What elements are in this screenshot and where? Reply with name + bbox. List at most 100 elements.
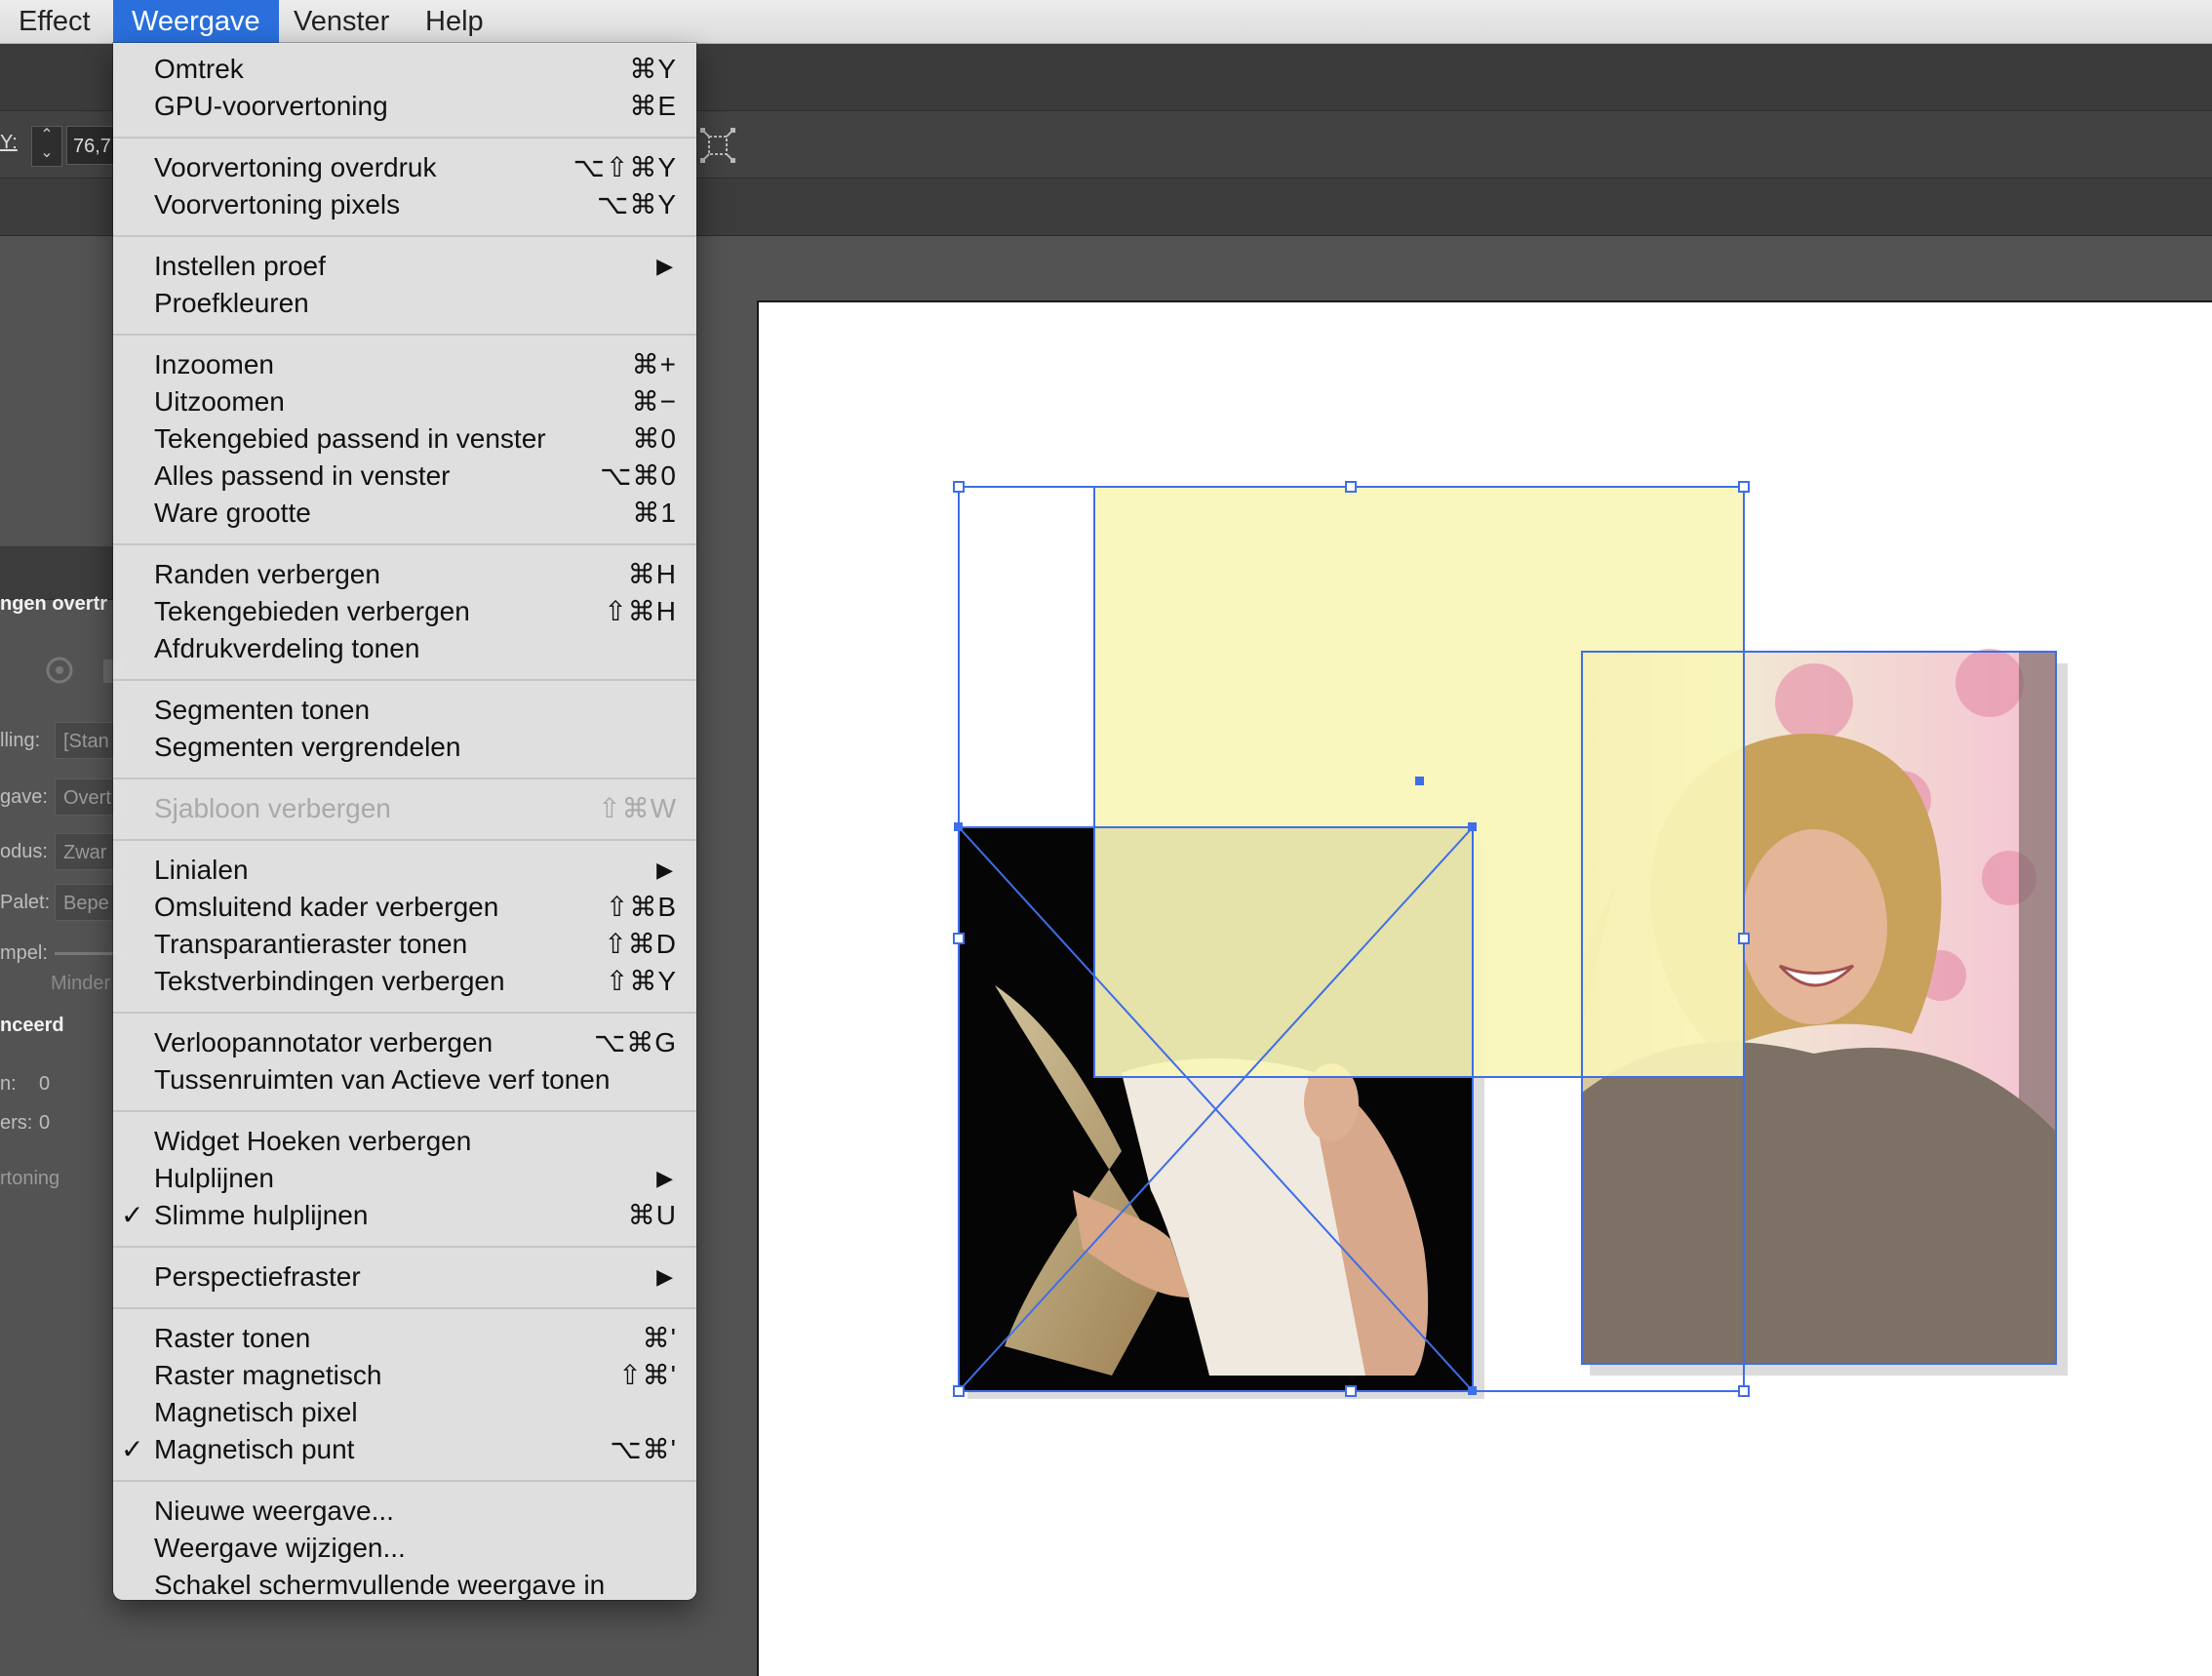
menu-item-label: Schakel schermvullende weergave in bbox=[154, 1570, 606, 1600]
menu-separator bbox=[113, 1246, 696, 1248]
menu-item-label: Slimme hulplijnen bbox=[154, 1200, 369, 1230]
menu-item-shortcut: ⌥⌘' bbox=[610, 1434, 677, 1464]
menu-item-afdrukverdeling-tonen[interactable]: Afdrukverdeling tonen bbox=[113, 630, 696, 667]
menu-item-shortcut: ⌘Y bbox=[629, 54, 677, 84]
menu-item-label: Perspectiefraster bbox=[154, 1261, 361, 1292]
menu-item-proefkleuren[interactable]: Proefkleuren bbox=[113, 285, 696, 322]
menu-item-raster-magnetisch[interactable]: Raster magnetisch ⇧⌘' bbox=[113, 1357, 696, 1394]
checkmark-icon: ✓ bbox=[121, 1434, 144, 1464]
menu-separator bbox=[113, 543, 696, 545]
menu-item-label: Magnetisch punt bbox=[154, 1434, 355, 1464]
menu-item-label: Magnetisch pixel bbox=[154, 1397, 358, 1427]
menu-item-shortcut: ⌘− bbox=[631, 386, 677, 417]
menu-item-inzoomen[interactable]: Inzoomen ⌘+ bbox=[113, 346, 696, 383]
menu-separator bbox=[113, 235, 696, 237]
menu-item-shortcut: ⌘U bbox=[627, 1200, 677, 1230]
menu-item-segmenten-vergrendelen[interactable]: Segmenten vergrendelen bbox=[113, 729, 696, 766]
submenu-arrow-icon: ▶ bbox=[656, 254, 673, 278]
menu-item-tekengebied-passend-in-venster[interactable]: Tekengebied passend in venster ⌘0 bbox=[113, 420, 696, 458]
weergave-dropdown-menu: Omtrek ⌘Y GPU-voorvertoning ⌘E Voorvertoning… bbox=[113, 43, 696, 1600]
menu-item-shortcut: ⌘' bbox=[642, 1323, 677, 1353]
menu-item-shortcut: ⇧⌘D bbox=[604, 929, 677, 959]
menu-item-voorvertoning-overdruk[interactable]: Voorvertoning overdruk ⌥⇧⌘Y bbox=[113, 149, 696, 186]
menu-item-voorvertoning-pixels[interactable]: Voorvertoning pixels ⌥⌘Y bbox=[113, 186, 696, 223]
menu-item-label: Raster magnetisch bbox=[154, 1360, 382, 1390]
menu-item-tekstverbindingen-verbergen[interactable]: Tekstverbindingen verbergen ⇧⌘Y bbox=[113, 963, 696, 1000]
menu-item-shortcut: ⇧⌘Y bbox=[605, 966, 677, 996]
menu-item-label: Inzoomen bbox=[154, 349, 274, 379]
menu-item-omtrek[interactable]: Omtrek ⌘Y bbox=[113, 51, 696, 88]
menu-item-label: Voorvertoning overdruk bbox=[154, 152, 437, 182]
menu-item-instellen-proef[interactable]: Instellen proef ▶ bbox=[113, 248, 696, 285]
menu-separator bbox=[113, 839, 696, 841]
menu-item-shortcut: ⌥⌘G bbox=[593, 1027, 677, 1057]
menu-separator bbox=[113, 778, 696, 779]
menu-item-transparantieraster-tonen[interactable]: Transparantieraster tonen ⇧⌘D bbox=[113, 926, 696, 963]
menu-item-slimme-hulplijnen[interactable]: ✓ Slimme hulplijnen ⌘U bbox=[113, 1197, 696, 1234]
menu-item-hulplijnen[interactable]: Hulplijnen ▶ bbox=[113, 1160, 696, 1197]
menu-item-label: Weergave wijzigen... bbox=[154, 1533, 406, 1563]
menu-item-shortcut: ⌘+ bbox=[631, 349, 677, 379]
menu-item-label: Randen verbergen bbox=[154, 559, 380, 589]
menu-item-label: Proefkleuren bbox=[154, 288, 309, 318]
menu-item-verloopannotator-verbergen[interactable]: Verloopannotator verbergen ⌥⌘G bbox=[113, 1024, 696, 1061]
menu-item-tekengebieden-verbergen[interactable]: Tekengebieden verbergen ⇧⌘H bbox=[113, 593, 696, 630]
menu-separator bbox=[113, 1012, 696, 1014]
menu-item-label: Instellen proef bbox=[154, 251, 326, 281]
submenu-arrow-icon: ▶ bbox=[656, 1264, 673, 1289]
menu-item-shortcut: ⌘0 bbox=[632, 423, 677, 454]
menu-item-shortcut: ⌘H bbox=[627, 559, 677, 589]
menu-item-label: Uitzoomen bbox=[154, 386, 285, 417]
menu-separator bbox=[113, 679, 696, 681]
checkmark-icon: ✓ bbox=[121, 1200, 144, 1230]
menu-item-nieuwe-weergave[interactable]: Nieuwe weergave... bbox=[113, 1493, 696, 1530]
menu-item-shortcut: ⇧⌘' bbox=[618, 1360, 677, 1390]
menu-separator bbox=[113, 334, 696, 336]
menu-item-label: Omsluitend kader verbergen bbox=[154, 892, 499, 922]
menu-item-weergave-wijzigen[interactable]: Weergave wijzigen... bbox=[113, 1530, 696, 1567]
menu-item-label: Hulplijnen bbox=[154, 1163, 274, 1193]
submenu-arrow-icon: ▶ bbox=[656, 1166, 673, 1190]
menu-item-schakel-schermvullende-weergave-in[interactable]: Schakel schermvullende weergave in bbox=[113, 1567, 696, 1604]
menu-item-label: Ware grootte bbox=[154, 498, 311, 528]
menu-separator bbox=[113, 1110, 696, 1112]
menu-item-label: Linialen bbox=[154, 855, 249, 885]
menu-item-uitzoomen[interactable]: Uitzoomen ⌘− bbox=[113, 383, 696, 420]
menu-item-omsluitend-kader-verbergen[interactable]: Omsluitend kader verbergen ⇧⌘B bbox=[113, 889, 696, 926]
menu-item-shortcut: ⌥⌘0 bbox=[600, 460, 677, 491]
menu-item-shortcut: ⌥⌘Y bbox=[597, 189, 677, 219]
menu-item-label: Tekengebieden verbergen bbox=[154, 596, 470, 626]
menu-item-label: Tekstverbindingen verbergen bbox=[154, 966, 505, 996]
menu-item-shortcut: ⇧⌘H bbox=[604, 596, 677, 626]
menu-item-label: Segmenten tonen bbox=[154, 695, 371, 725]
menu-item-magnetisch-pixel[interactable]: Magnetisch pixel bbox=[113, 1394, 696, 1431]
menu-item-label: Verloopannotator verbergen bbox=[154, 1027, 494, 1057]
submenu-arrow-icon: ▶ bbox=[656, 858, 673, 882]
menu-item-magnetisch-punt[interactable]: ✓ Magnetisch punt ⌥⌘' bbox=[113, 1431, 696, 1468]
menu-separator bbox=[113, 1307, 696, 1309]
menu-item-label: Nieuwe weergave... bbox=[154, 1496, 394, 1526]
menu-item-perspectiefraster[interactable]: Perspectiefraster ▶ bbox=[113, 1258, 696, 1296]
menu-item-label: Voorvertoning pixels bbox=[154, 189, 401, 219]
menu-separator bbox=[113, 137, 696, 139]
menu-item-shortcut: ⇧⌘W bbox=[598, 793, 677, 823]
menu-item-label: Widget Hoeken verbergen bbox=[154, 1126, 472, 1156]
menu-item-label: Tussenruimten van Actieve verf tonen bbox=[154, 1064, 611, 1095]
menu-item-linialen[interactable]: Linialen ▶ bbox=[113, 852, 696, 889]
menu-item-segmenten-tonen[interactable]: Segmenten tonen bbox=[113, 692, 696, 729]
menu-item-randen-verbergen[interactable]: Randen verbergen ⌘H bbox=[113, 556, 696, 593]
menu-item-widget-hoeken-verbergen[interactable]: Widget Hoeken verbergen bbox=[113, 1123, 696, 1160]
menu-item-shortcut: ⇧⌘B bbox=[605, 892, 677, 922]
menu-item-label: Segmenten vergrendelen bbox=[154, 732, 461, 762]
menu-item-raster-tonen[interactable]: Raster tonen ⌘' bbox=[113, 1320, 696, 1357]
menu-item-label: Transparantieraster tonen bbox=[154, 929, 468, 959]
menu-item-label: Sjabloon verbergen bbox=[154, 793, 391, 823]
menu-item-label: Raster tonen bbox=[154, 1323, 311, 1353]
menu-item-ware-grootte[interactable]: Ware grootte ⌘1 bbox=[113, 495, 696, 532]
menu-item-tussenruimten-van-actieve-verf-tonen[interactable]: Tussenruimten van Actieve verf tonen bbox=[113, 1061, 696, 1098]
menu-item-label: Tekengebied passend in venster bbox=[154, 423, 546, 454]
menu-item-label: Alles passend in venster bbox=[154, 460, 451, 491]
menu-item-gpu-voorvertoning[interactable]: GPU-voorvertoning ⌘E bbox=[113, 88, 696, 125]
menu-separator bbox=[113, 1480, 696, 1482]
menu-item-alles-passend-in-venster[interactable]: Alles passend in venster ⌥⌘0 bbox=[113, 458, 696, 495]
